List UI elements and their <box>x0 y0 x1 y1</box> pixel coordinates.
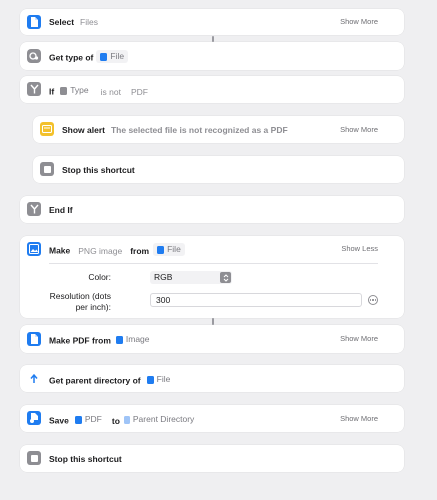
alert-message-field[interactable]: The selected file is not recognized as a… <box>111 125 288 135</box>
action-stop-shortcut[interactable]: Stop this shortcut <box>20 445 404 472</box>
token-label: PDF <box>84 414 102 424</box>
pdf-variable-token[interactable]: PDF <box>74 413 106 426</box>
type-variable-token[interactable]: Type <box>60 84 92 97</box>
resolution-label-line: per inch): <box>75 302 111 312</box>
parent-arrow-icon <box>123 415 130 424</box>
gear-type-icon <box>27 49 41 63</box>
file-variable-token[interactable]: File <box>146 373 175 386</box>
action-title: Make PDF from <box>49 335 111 346</box>
files-token[interactable]: Files <box>80 17 98 27</box>
color-value: RGB <box>154 272 173 282</box>
image-icon <box>115 335 123 344</box>
token-label: Type <box>70 85 89 95</box>
file-icon <box>74 415 82 424</box>
action-end-if[interactable]: End If <box>20 196 404 223</box>
stop-icon <box>27 451 41 465</box>
show-more-button[interactable]: Show More <box>340 16 378 28</box>
file-icon <box>146 375 154 384</box>
branch-icon <box>27 82 41 96</box>
stop-icon <box>40 162 54 176</box>
file-variable-token[interactable]: File <box>153 243 185 256</box>
from-label: from <box>130 245 150 256</box>
branch-icon <box>27 202 41 216</box>
resolution-label: Resolution (dots per inch): <box>50 291 111 313</box>
token-label: File <box>110 51 125 61</box>
action-select-file[interactable]: Select Files Show More <box>20 9 404 35</box>
action-make-pdf[interactable]: Make PDF from Image Show More <box>20 325 404 353</box>
token-label: File <box>167 244 181 254</box>
action-title: Stop this shortcut <box>62 165 135 175</box>
operator-selector[interactable]: is not <box>101 87 121 97</box>
image-icon <box>27 242 41 256</box>
gear-type-icon <box>60 86 68 95</box>
alert-icon <box>40 122 54 136</box>
action-if[interactable]: If Type is not PDF <box>20 76 404 103</box>
show-more-button[interactable]: Show More <box>340 413 378 425</box>
token-label: File <box>156 374 171 384</box>
file-variable-token[interactable]: File <box>96 50 129 63</box>
format-selector[interactable]: PNG image <box>78 246 122 256</box>
action-get-type[interactable]: Get type of File <box>20 42 404 70</box>
action-title: Get parent directory of <box>49 375 141 386</box>
flow-connector <box>212 318 214 325</box>
token-label: Parent Directory <box>132 414 195 424</box>
action-title: Make <box>49 245 71 256</box>
file-icon <box>27 15 41 29</box>
color-label: Color: <box>88 272 111 282</box>
divider <box>49 263 378 264</box>
action-title: Show alert <box>62 125 105 135</box>
image-variable-token[interactable]: Image <box>114 333 154 346</box>
action-stop-shortcut[interactable]: Stop this shortcut <box>33 156 404 183</box>
action-title: End If <box>49 205 73 215</box>
resolution-value: 300 <box>156 295 171 305</box>
action-show-alert[interactable]: Show alert The selected file is not recog… <box>33 116 404 143</box>
action-save-file[interactable]: Save PDF to Parent Directory Show More <box>20 405 404 432</box>
action-get-parent-directory[interactable]: Get parent directory of File <box>20 365 404 392</box>
resolution-field[interactable]: 300 <box>150 293 362 307</box>
show-more-button[interactable]: Show More <box>340 333 378 345</box>
to-label: to <box>111 415 120 426</box>
value-field[interactable]: PDF <box>131 87 148 97</box>
action-title: Get type of <box>49 52 94 63</box>
file-icon <box>100 52 108 61</box>
show-more-button[interactable]: Show More <box>340 124 378 136</box>
action-title: Stop this shortcut <box>49 454 122 464</box>
action-title: Save <box>49 415 69 426</box>
save-file-icon <box>27 411 41 425</box>
action-title: If <box>49 86 55 97</box>
resolution-label-line: Resolution (dots <box>49 291 111 301</box>
show-less-button[interactable]: Show Less <box>341 243 378 255</box>
more-options-icon[interactable] <box>368 295 378 305</box>
stepper-icon <box>220 272 231 283</box>
token-label: Image <box>125 334 150 344</box>
file-icon <box>157 245 165 254</box>
file-icon <box>27 332 41 346</box>
action-make-image[interactable]: Make PNG image from File Show Less Color: R… <box>20 236 404 318</box>
parent-directory-token[interactable]: Parent Directory <box>123 413 198 426</box>
action-title: Select <box>49 17 75 27</box>
parent-arrow-icon <box>27 371 41 385</box>
color-select[interactable]: RGB <box>150 271 232 284</box>
